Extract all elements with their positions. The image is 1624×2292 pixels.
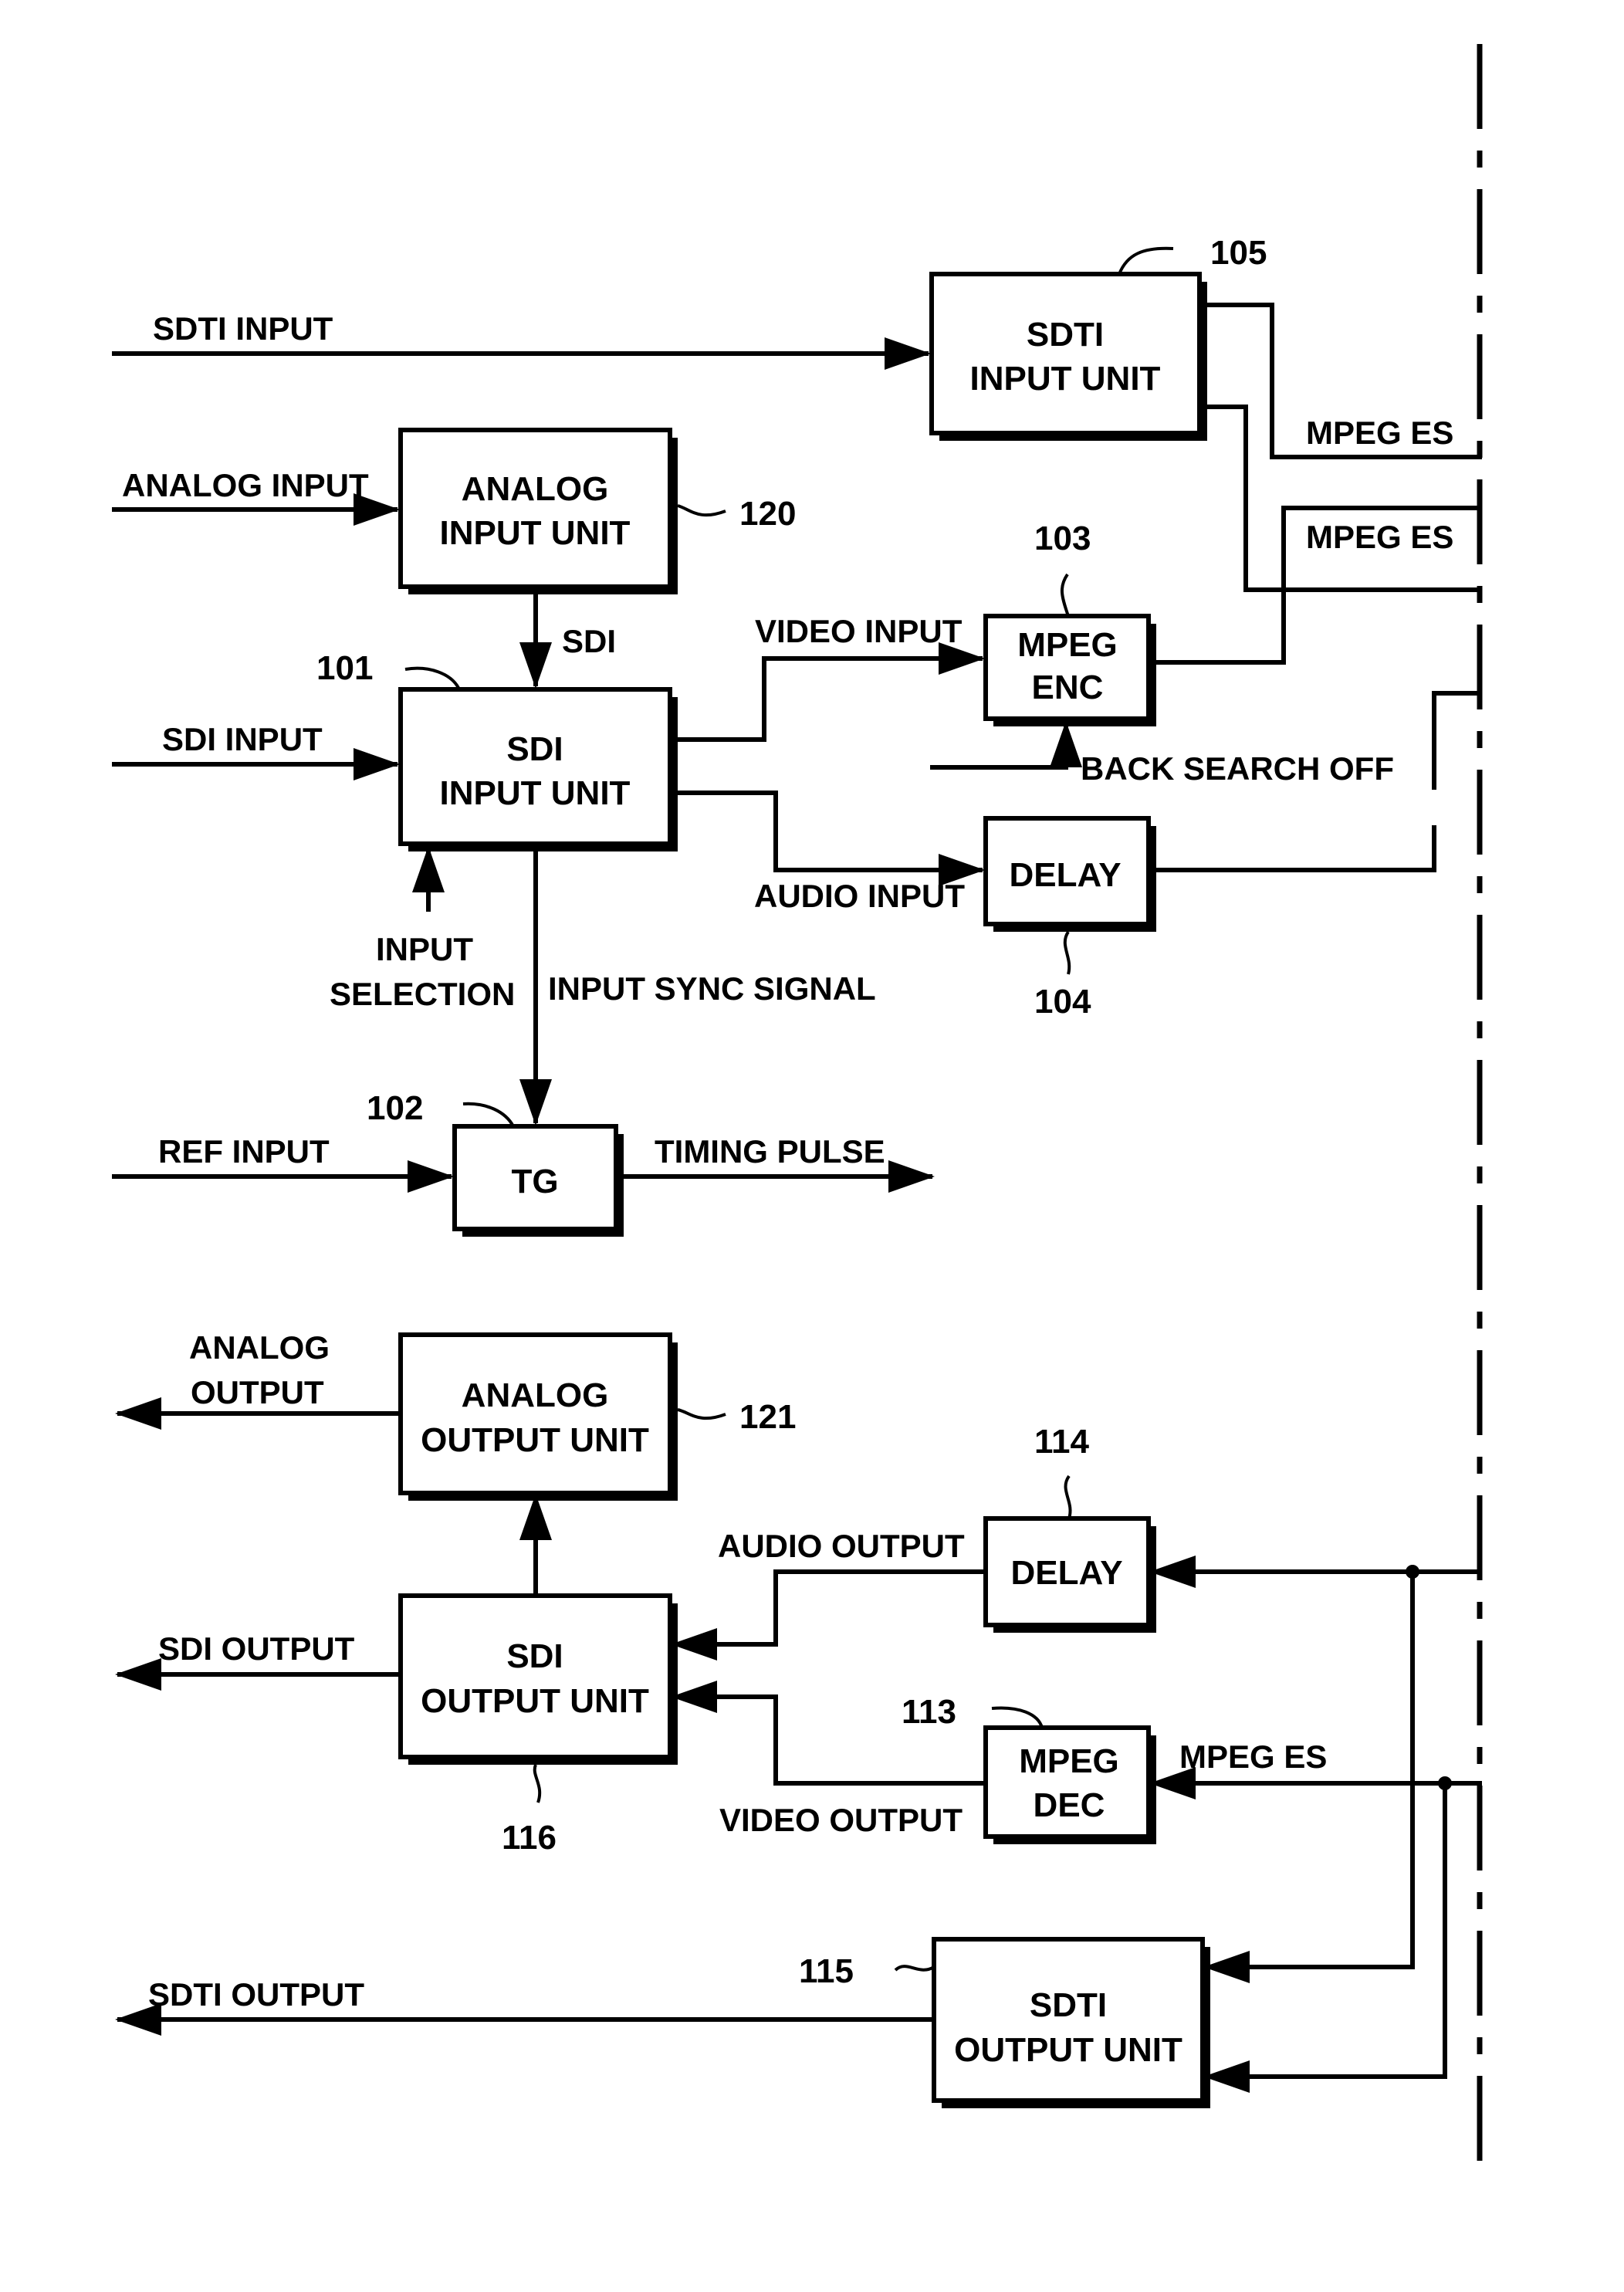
input-selection-label-1: INPUT	[376, 931, 473, 967]
analog-output-label-2: OUTPUT	[191, 1374, 324, 1410]
sdti-output-unit-label-2: OUTPUT UNIT	[954, 2031, 1182, 2069]
sdi-output-unit[interactable]: SDI OUTPUT UNIT	[398, 1593, 678, 1765]
timing-pulse-label: TIMING PULSE	[655, 1133, 885, 1170]
video-input-label: VIDEO INPUT	[755, 613, 963, 649]
tg-label: TG	[511, 1163, 558, 1200]
ref-numeral-104: 104	[1034, 983, 1091, 1021]
junction-dot-2	[1438, 1776, 1452, 1790]
delay-in-to-bus-line-upper	[1432, 691, 1482, 790]
mpeg-enc-label-1: MPEG	[1017, 626, 1118, 664]
sdti-output-unit[interactable]: SDTI OUTPUT UNIT	[932, 1937, 1210, 2108]
ref-numeral-121: 121	[739, 1398, 796, 1436]
analog-output-unit[interactable]: ANALOG OUTPUT UNIT	[398, 1332, 678, 1501]
bus-to-sdti-out-line-2	[1203, 1781, 1447, 2093]
ref-leader-104	[1063, 930, 1071, 975]
sdi-input-unit-label-2: INPUT UNIT	[440, 774, 631, 812]
ref-numeral-114: 114	[1034, 1423, 1090, 1461]
input-sync-signal-label: INPUT SYNC SIGNAL	[548, 970, 876, 1007]
sdi-output-unit-label-1: SDI	[506, 1637, 563, 1675]
ref-leader-120	[677, 504, 726, 517]
mpeg-es-label-3: MPEG ES	[1179, 1738, 1327, 1775]
sdi-input-unit-label-1: SDI	[506, 730, 563, 768]
delay-output[interactable]: DELAY	[983, 1516, 1156, 1633]
input-selection-label-2: SELECTION	[330, 976, 515, 1012]
ref-leader-113	[991, 1706, 1044, 1728]
analog-input-unit-label-1: ANALOG	[462, 470, 609, 508]
sdti-input-label: SDTI INPUT	[153, 310, 333, 347]
ref-leader-114	[1064, 1474, 1072, 1519]
sdi-input-label: SDI INPUT	[162, 721, 323, 757]
sdti-output-unit-label-1: SDTI	[1030, 1986, 1107, 2024]
sdti-input-unit[interactable]: SDTI INPUT UNIT	[929, 272, 1207, 441]
mpeg-decoder[interactable]: MPEG DEC	[983, 1725, 1156, 1844]
ref-numeral-115: 115	[799, 1952, 854, 1990]
back-search-off-line	[930, 721, 1082, 770]
ref-numeral-101: 101	[316, 649, 373, 687]
analog-output-unit-label-2: OUTPUT UNIT	[421, 1421, 649, 1459]
mpeg-es-label-1: MPEG ES	[1306, 415, 1453, 451]
ref-leader-103	[1061, 573, 1070, 617]
ref-leader-105	[1118, 246, 1174, 275]
junction-dot-1	[1406, 1565, 1419, 1579]
analog-input-unit[interactable]: ANALOG INPUT UNIT	[398, 428, 678, 594]
analog-input-label: ANALOG INPUT	[122, 467, 369, 503]
mpeg-dec-label-2: DEC	[1034, 1786, 1105, 1824]
mpeg-enc-label-2: ENC	[1032, 669, 1104, 706]
delay-input-label: DELAY	[1009, 856, 1121, 894]
audio-input-label: AUDIO INPUT	[754, 878, 965, 914]
back-search-off-label: BACK SEARCH OFF	[1081, 750, 1394, 787]
ref-input-label: REF INPUT	[158, 1133, 330, 1170]
ref-leader-102	[462, 1102, 515, 1128]
audio-output-label: AUDIO OUTPUT	[718, 1528, 965, 1564]
delay-input[interactable]: DELAY	[983, 816, 1156, 932]
ref-numeral-116: 116	[502, 1819, 557, 1857]
sdi-output-unit-label-2: OUTPUT UNIT	[421, 1682, 649, 1720]
ref-numeral-103: 103	[1034, 520, 1091, 557]
sdti-input-unit-label-2: INPUT UNIT	[970, 360, 1161, 398]
video-input-line	[668, 642, 985, 742]
audio-input-line	[668, 791, 985, 886]
delay-output-label: DELAY	[1010, 1554, 1122, 1592]
ref-numeral-105: 105	[1210, 234, 1267, 272]
ref-leader-115	[894, 1965, 935, 1972]
ref-leader-116	[533, 1764, 542, 1803]
ref-leader-101	[404, 666, 461, 690]
mpeg-es-label-2: MPEG ES	[1306, 519, 1453, 555]
ref-numeral-102: 102	[367, 1089, 423, 1127]
mpeg-encoder[interactable]: MPEG ENC	[983, 614, 1156, 726]
delay-in-to-bus-line-lower	[1146, 825, 1436, 872]
analog-output-label-1: ANALOG	[189, 1329, 330, 1366]
analog-output-unit-label-1: ANALOG	[462, 1376, 609, 1414]
analog-input-unit-label-2: INPUT UNIT	[440, 514, 631, 552]
sdi-output-label: SDI OUTPUT	[158, 1630, 355, 1667]
ref-leader-121	[677, 1408, 726, 1420]
audio-output-line	[671, 1569, 988, 1661]
sdti-output-label: SDTI OUTPUT	[148, 1976, 364, 2013]
sdi-input-unit[interactable]: SDI INPUT UNIT	[398, 687, 678, 851]
timing-generator[interactable]: TG	[452, 1124, 624, 1237]
ref-numeral-113: 113	[902, 1693, 956, 1731]
block-diagram: SDTI INPUT UNIT 105 ANALOG INPUT UNIT 12…	[112, 44, 1483, 2173]
sdti-input-unit-label-1: SDTI	[1027, 316, 1104, 354]
mpeg-dec-label-1: MPEG	[1019, 1742, 1119, 1780]
video-output-label: VIDEO OUTPUT	[719, 1802, 963, 1838]
sdi-link-label: SDI	[562, 623, 616, 659]
ref-numeral-120: 120	[739, 495, 796, 533]
